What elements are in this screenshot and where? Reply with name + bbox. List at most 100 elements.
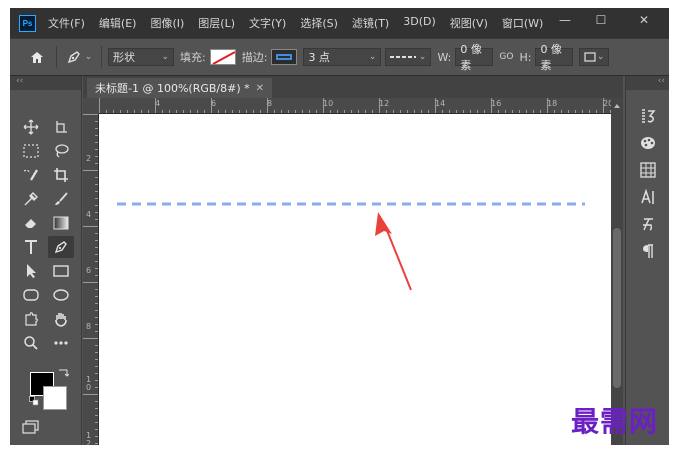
type-icon <box>25 240 37 254</box>
type-tool[interactable] <box>18 236 44 258</box>
default-colors-icon[interactable] <box>29 396 39 406</box>
paragraph-icon <box>643 244 653 258</box>
background-color[interactable] <box>43 386 67 410</box>
menu-select[interactable]: 选择(S) <box>300 15 338 31</box>
crop-icon <box>54 168 68 182</box>
ruler-label: 1 0 <box>86 375 92 392</box>
more-tools-button[interactable] <box>48 332 74 354</box>
dashed-stroke-icon <box>390 56 417 58</box>
puzzle-shape-icon <box>25 312 38 326</box>
width-field[interactable]: 0 像素 <box>455 43 494 72</box>
stroke-color-icon <box>276 54 293 60</box>
brush-tool[interactable] <box>48 188 74 210</box>
chevron-down-icon: ⌄ <box>596 52 605 62</box>
tab-close-icon[interactable]: ✕ <box>256 83 264 94</box>
panel-collapse-button[interactable]: ‹‹ <box>10 76 81 90</box>
menu-image[interactable]: 图像(I) <box>150 15 184 31</box>
gradient-icon <box>53 216 69 230</box>
rounded-rect-tool[interactable] <box>18 284 44 306</box>
color-panel-button[interactable] <box>638 133 658 153</box>
eraser-tool[interactable] <box>18 212 44 234</box>
scrollbar-thumb[interactable] <box>613 228 621 388</box>
options-bar: ⌄ 形状 ⌄ 填充: 描边: 3 点 ⌄ ⌄ W: 0 像素 GO H: 0 像… <box>10 38 669 76</box>
eyedropper-tool[interactable] <box>18 188 44 210</box>
history-icon <box>642 109 656 123</box>
menu-layer[interactable]: 图层(L) <box>198 15 235 31</box>
ruler-label: 10 <box>323 99 334 108</box>
ellipse-tool[interactable] <box>48 284 74 306</box>
crop-tool[interactable] <box>48 164 74 186</box>
hand-tool[interactable] <box>48 308 74 330</box>
move-icon <box>23 119 39 135</box>
ruler-label: 4 <box>155 99 161 108</box>
maximize-button[interactable]: ☐ <box>583 8 619 32</box>
swatches-panel-button[interactable] <box>638 160 658 180</box>
photoshop-window: Ps 文件(F) 编辑(E) 图像(I) 图层(L) 文字(Y) 选择(S) 滤… <box>10 8 669 445</box>
ruler-label: 14 <box>435 99 446 108</box>
home-icon <box>31 51 43 63</box>
character-panel-button[interactable] <box>638 187 658 207</box>
glyphs-panel-button[interactable] <box>638 214 658 234</box>
zoom-tool[interactable] <box>18 332 44 354</box>
menu-view[interactable]: 视图(V) <box>450 15 488 31</box>
quick-mask-button[interactable] <box>18 416 44 438</box>
paragraph-panel-button[interactable] <box>638 241 658 261</box>
chevron-down-icon: ⌄ <box>161 52 169 62</box>
history-panel-button[interactable] <box>638 106 658 126</box>
ruler-label: 6 <box>211 99 217 108</box>
document-tab[interactable]: 未标题-1 @ 100%(RGB/8#) * ✕ <box>87 78 273 98</box>
watermark-logo: 最需网 <box>571 405 659 438</box>
stroke-label: 描边: <box>241 51 268 64</box>
path-select-tool[interactable] <box>18 260 44 282</box>
pen-tool[interactable] <box>48 236 74 258</box>
home-button[interactable] <box>24 45 50 69</box>
swap-colors-icon[interactable] <box>57 368 69 378</box>
stroke-type-select[interactable]: ⌄ <box>385 48 432 66</box>
width-label: W: <box>437 50 452 64</box>
marquee-tool[interactable] <box>18 140 44 162</box>
ruler-label: 4 <box>86 210 92 219</box>
fill-swatch[interactable] <box>209 49 236 65</box>
color-palette-icon <box>641 137 655 149</box>
custom-shape-tool[interactable] <box>18 308 44 330</box>
menu-file[interactable]: 文件(F) <box>48 15 85 31</box>
menu-window[interactable]: 窗口(W) <box>502 15 543 31</box>
artboard-tool[interactable] <box>48 116 74 138</box>
hand-icon <box>55 313 67 327</box>
minimize-button[interactable]: — <box>547 8 583 32</box>
horizontal-ruler-ticks <box>99 98 611 113</box>
lasso-tool[interactable] <box>48 140 74 162</box>
tool-preset-picker[interactable]: ⌄ <box>63 45 95 69</box>
ruler-label: 8 <box>86 322 92 331</box>
link-icon[interactable]: GO <box>499 52 513 62</box>
panel-collapse-button[interactable]: ‹‹ <box>626 76 669 90</box>
document-canvas[interactable] <box>99 114 611 445</box>
menu-type[interactable]: 文字(Y) <box>249 15 286 31</box>
ruler-label: 6 <box>86 266 92 275</box>
rectangle-icon <box>53 265 69 277</box>
scroll-up-icon[interactable] <box>614 104 620 108</box>
menu-3d[interactable]: 3D(D) <box>403 15 436 31</box>
menu-bar: Ps 文件(F) 编辑(E) 图像(I) 图层(L) 文字(Y) 选择(S) 滤… <box>10 8 669 38</box>
eyedropper-icon <box>24 192 38 206</box>
gradient-tool[interactable] <box>48 212 74 234</box>
stroke-width-field[interactable]: 3 点 ⌄ <box>303 48 382 66</box>
close-button[interactable]: ✕ <box>619 8 669 32</box>
height-field[interactable]: 0 像素 <box>535 43 574 72</box>
move-tool[interactable] <box>18 116 44 138</box>
lasso-icon <box>55 144 69 158</box>
ruler-label: 20 <box>603 99 611 108</box>
zoom-icon <box>24 336 38 350</box>
pen-icon <box>54 241 67 254</box>
stroke-swatch[interactable] <box>271 49 298 65</box>
height-label: H: <box>519 50 532 64</box>
vertical-scrollbar[interactable] <box>611 98 623 445</box>
menu-filter[interactable]: 滤镜(T) <box>352 15 389 31</box>
path-ops-button[interactable]: ⌄ <box>579 48 610 66</box>
menu-edit[interactable]: 编辑(E) <box>99 15 137 31</box>
tool-mode-select[interactable]: 形状 ⌄ <box>108 48 174 66</box>
rectangle-tool[interactable] <box>48 260 74 282</box>
canvas-artwork <box>117 202 585 291</box>
quick-select-tool[interactable] <box>18 164 44 186</box>
ruler-label: 12 <box>379 99 390 108</box>
